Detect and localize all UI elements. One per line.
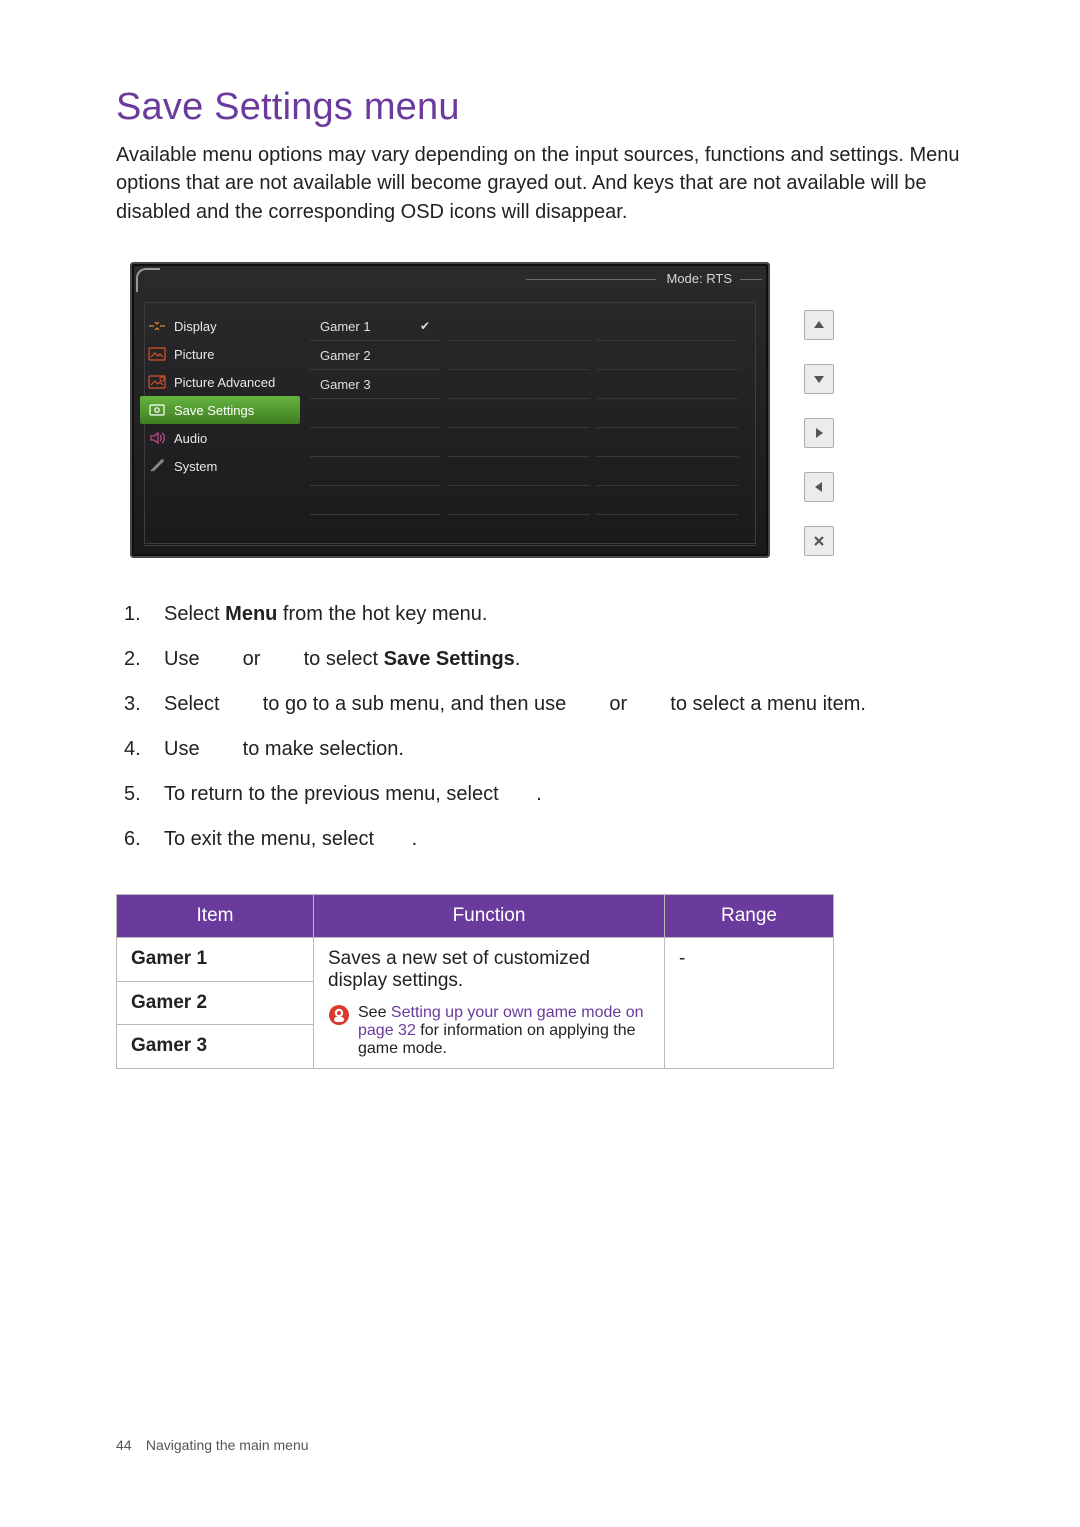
nav-left-button[interactable]: [804, 472, 834, 502]
menu-label: Picture: [174, 347, 214, 362]
display-icon: [148, 319, 166, 333]
menu-label: Display: [174, 319, 217, 334]
osd-corner-decoration: [136, 268, 160, 292]
menu-item-audio[interactable]: Audio: [140, 424, 300, 452]
th-range: Range: [665, 895, 834, 938]
cell-item-gamer3: Gamer 3: [117, 1025, 314, 1069]
nav-exit-button[interactable]: [804, 526, 834, 556]
save-settings-icon: [148, 403, 166, 417]
submenu-empty: [310, 399, 440, 428]
submenu-label: Gamer 3: [320, 377, 371, 392]
submenu-label: Gamer 1: [320, 319, 371, 334]
osd-value-grid: [448, 312, 744, 543]
tip-icon: [328, 1004, 350, 1026]
menu-item-save-settings[interactable]: Save Settings: [140, 396, 300, 424]
nav-up-button[interactable]: [804, 310, 834, 340]
th-function: Function: [314, 895, 665, 938]
check-icon: ✔: [420, 319, 430, 333]
page-title: Save Settings menu: [116, 86, 964, 129]
picture-icon: [148, 347, 166, 361]
footer-section: Navigating the main menu: [146, 1437, 309, 1453]
submenu-empty: [310, 486, 440, 515]
submenu-empty: [310, 515, 440, 543]
step-3: Select to go to a sub menu, and then use…: [164, 690, 964, 719]
page-number: 44: [116, 1437, 142, 1453]
function-text: Saves a new set of customized display se…: [328, 948, 590, 991]
nav-down-button[interactable]: [804, 364, 834, 394]
th-item: Item: [117, 895, 314, 938]
instruction-list: Select Menu from the hot key menu. Use o…: [164, 600, 964, 854]
osd-nav-buttons: [804, 310, 834, 556]
menu-item-picture[interactable]: Picture: [140, 340, 300, 368]
cell-item-gamer2: Gamer 2: [117, 981, 314, 1025]
osd-main-menu: Display Picture Picture Advanced: [140, 312, 300, 480]
submenu-empty: [310, 428, 440, 457]
cell-range: -: [665, 938, 834, 1069]
system-icon: [148, 459, 166, 473]
osd-screenshot: Mode: RTS Display Picture: [130, 262, 834, 570]
submenu-item-gamer1[interactable]: Gamer 1 ✔: [310, 312, 440, 341]
function-note: See Setting up your own game mode on pag…: [328, 1004, 650, 1058]
submenu-empty: [310, 457, 440, 486]
audio-icon: [148, 431, 166, 445]
step-2: Use or to select Save Settings.: [164, 645, 964, 674]
settings-table: Item Function Range Gamer 1 Saves a new …: [116, 894, 834, 1069]
step-4: Use to make selection.: [164, 735, 964, 764]
picture-advanced-icon: [148, 375, 166, 389]
step-6: To exit the menu, select .: [164, 825, 964, 854]
intro-text: Available menu options may vary dependin…: [116, 141, 964, 226]
menu-label: Save Settings: [174, 403, 254, 418]
submenu-item-gamer3[interactable]: Gamer 3: [310, 370, 440, 399]
step-1: Select Menu from the hot key menu.: [164, 600, 964, 629]
menu-item-picture-advanced[interactable]: Picture Advanced: [140, 368, 300, 396]
cell-item-gamer1: Gamer 1: [117, 938, 314, 982]
step-5: To return to the previous menu, select .: [164, 780, 964, 809]
osd-submenu: Gamer 1 ✔ Gamer 2 Gamer 3: [310, 312, 440, 543]
menu-item-system[interactable]: System: [140, 452, 300, 480]
menu-label: Audio: [174, 431, 207, 446]
page-footer: 44 Navigating the main menu: [116, 1437, 309, 1453]
menu-label: System: [174, 459, 217, 474]
menu-item-display[interactable]: Display: [140, 312, 300, 340]
nav-right-button[interactable]: [804, 418, 834, 448]
cell-function: Saves a new set of customized display se…: [314, 938, 665, 1069]
menu-label: Picture Advanced: [174, 375, 275, 390]
osd-mode-label: Mode: RTS: [666, 271, 732, 286]
submenu-item-gamer2[interactable]: Gamer 2: [310, 341, 440, 370]
osd-panel: Mode: RTS Display Picture: [130, 262, 770, 558]
submenu-label: Gamer 2: [320, 348, 371, 363]
